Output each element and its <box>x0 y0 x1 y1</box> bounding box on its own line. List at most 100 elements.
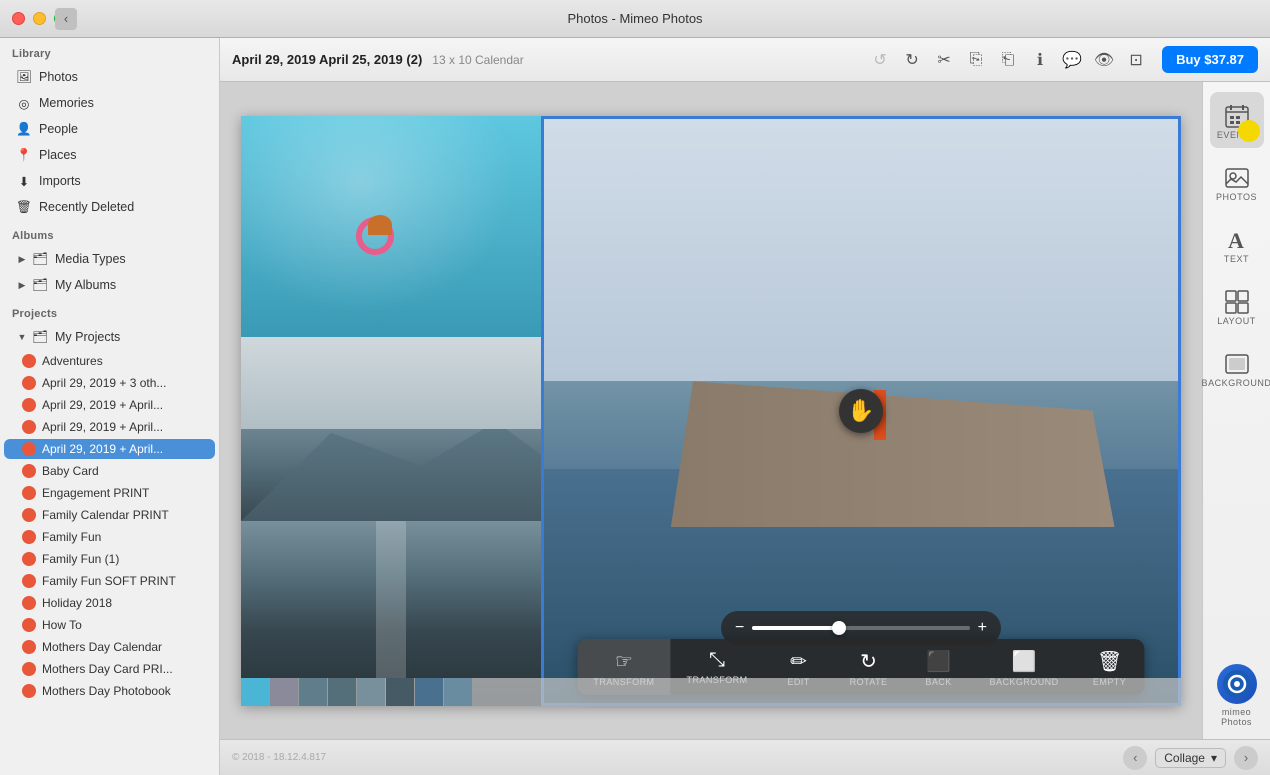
thumb-item[interactable] <box>444 678 472 706</box>
project-dot <box>22 398 36 412</box>
slider-fill <box>752 626 839 630</box>
canvas-main: ✋ − + <box>220 82 1202 739</box>
page-type-selector[interactable]: Collage ▾ <box>1155 748 1226 768</box>
close-button[interactable] <box>12 12 25 25</box>
sidebar-item-memories[interactable]: ◎ Memories <box>4 91 215 115</box>
sidebar-item-people[interactable]: 👤 People <box>4 117 215 141</box>
minimize-button[interactable] <box>33 12 46 25</box>
project-label: Mothers Day Card PRI... <box>42 662 173 676</box>
photos-icon: 🖼 <box>16 69 32 85</box>
slider-track[interactable] <box>752 626 969 630</box>
project-dot <box>22 596 36 610</box>
paste-button[interactable]: ⎗ <box>994 46 1022 74</box>
project-item-apr29-4[interactable]: April 29, 2019 + April... <box>4 439 215 459</box>
project-item-engagement[interactable]: Engagement PRINT <box>4 483 215 503</box>
layout-icon <box>1223 288 1251 316</box>
sidebar-item-photos[interactable]: 🖼 Photos <box>4 65 215 89</box>
back-icon: ⬛ <box>926 649 951 674</box>
text-icon: A <box>1223 226 1251 254</box>
chevron-down-icon: ▾ <box>1211 751 1217 765</box>
back-button[interactable]: ‹ <box>55 8 77 30</box>
project-dot <box>22 662 36 676</box>
trash-icon: 🗑 <box>1097 649 1122 674</box>
next-page-button[interactable]: › <box>1234 746 1258 770</box>
mimeo-logo: mimeo Photos <box>1217 664 1257 727</box>
sidebar-item-my-projects[interactable]: ▼ 🗂 My Projects <box>4 325 215 349</box>
project-item-family-fun-1[interactable]: Family Fun (1) <box>4 549 215 569</box>
project-item-apr29-3[interactable]: April 29, 2019 + April... <box>4 417 215 437</box>
photo-pool[interactable] <box>241 116 541 337</box>
expand-arrow: ▶ <box>16 279 28 291</box>
project-item-adventures[interactable]: Adventures <box>4 351 215 371</box>
project-item-how-to[interactable]: How To <box>4 615 215 635</box>
app-body: Library 🖼 Photos ◎ Memories 👤 People 📍 P… <box>0 38 1270 775</box>
redo-button[interactable]: ↻ <box>898 46 926 74</box>
lighthouse-sky <box>544 119 1178 382</box>
project-dot <box>22 552 36 566</box>
thumb-item[interactable] <box>241 678 269 706</box>
titlebar: ‹ Photos - Mimeo Photos <box>0 0 1270 38</box>
memories-icon: ◎ <box>16 95 32 111</box>
panel-text-button[interactable]: A TEXT <box>1210 216 1264 272</box>
folder-icon: 🗂 <box>32 277 48 293</box>
collage-wrapper: ✋ − + <box>241 116 1181 706</box>
library-section-title: Library <box>0 38 219 64</box>
photo-mountain[interactable] <box>241 337 541 521</box>
sidebar-item-places[interactable]: 📍 Places <box>4 143 215 167</box>
floater-decoration <box>356 217 396 257</box>
project-label: Mothers Day Photobook <box>42 684 171 698</box>
slider-thumb[interactable] <box>832 621 846 635</box>
prev-page-button[interactable]: ‹ <box>1123 746 1147 770</box>
sidebar-item-recently-deleted[interactable]: 🗑 Recently Deleted <box>4 195 215 219</box>
project-item-holiday[interactable]: Holiday 2018 <box>4 593 215 613</box>
project-item-mothers-day-photo[interactable]: Mothers Day Photobook <box>4 681 215 701</box>
project-item-family-fun-soft[interactable]: Family Fun SOFT PRINT <box>4 571 215 591</box>
sidebar-item-media-types[interactable]: ▶ 🗂 Media Types <box>4 247 215 271</box>
project-item-mothers-day-card[interactable]: Mothers Day Card PRI... <box>4 659 215 679</box>
undo-button[interactable]: ↺ <box>866 46 894 74</box>
project-item-mothers-day-cal[interactable]: Mothers Day Calendar <box>4 637 215 657</box>
project-item-family-fun[interactable]: Family Fun <box>4 527 215 547</box>
doc-title: April 29, 2019 April 25, 2019 (2) <box>232 52 422 67</box>
thumb-item[interactable] <box>270 678 298 706</box>
cut-button[interactable]: ✂ <box>930 46 958 74</box>
sidebar-item-imports[interactable]: ⬇ Imports <box>4 169 215 193</box>
floater-ring <box>356 217 394 255</box>
project-label: April 29, 2019 + April... <box>42 398 163 412</box>
layout-label: LAYOUT <box>1217 316 1256 326</box>
project-dot <box>22 464 36 478</box>
panel-background-button[interactable]: BACKGROUND <box>1210 340 1264 396</box>
lighthouse-pier <box>671 381 1115 527</box>
floater-person <box>368 215 392 235</box>
project-item-apr29-2[interactable]: April 29, 2019 + April... <box>4 395 215 415</box>
hand-cursor: ✋ <box>839 389 883 433</box>
sidebar-item-my-albums[interactable]: ▶ 🗂 My Albums <box>4 273 215 297</box>
expand-arrow: ▶ <box>16 253 28 265</box>
thumb-item[interactable] <box>328 678 356 706</box>
zoom-in-button[interactable]: + <box>978 619 987 637</box>
project-label: Engagement PRINT <box>42 486 149 500</box>
panel-layout-button[interactable]: LAYOUT <box>1210 278 1264 334</box>
copyright-text: © 2018 - 18.12.4.817 <box>232 752 326 763</box>
collage-right-selected[interactable]: ✋ − + <box>541 116 1181 706</box>
copy-button[interactable]: ⎘ <box>962 46 990 74</box>
project-item-apr29-1[interactable]: April 29, 2019 + 3 oth... <box>4 373 215 393</box>
export-button[interactable]: ⊡ <box>1122 46 1150 74</box>
project-item-baby-card[interactable]: Baby Card <box>4 461 215 481</box>
info-button[interactable]: ℹ <box>1026 46 1054 74</box>
panel-events-button[interactable]: EVENTS <box>1210 92 1264 148</box>
thumb-item[interactable] <box>357 678 385 706</box>
zoom-out-button[interactable]: − <box>735 619 744 637</box>
canvas-area: ✋ − + <box>220 82 1202 739</box>
project-item-family-cal[interactable]: Family Calendar PRINT <box>4 505 215 525</box>
mimeo-icon <box>1217 664 1257 704</box>
thumb-item[interactable] <box>386 678 414 706</box>
panel-photos-button[interactable]: PHOTOS <box>1210 154 1264 210</box>
preview-button[interactable]: 👁 <box>1090 46 1118 74</box>
collage-left <box>241 116 541 706</box>
events-icon <box>1223 102 1251 130</box>
comment-button[interactable]: 💬 <box>1058 46 1086 74</box>
thumb-item[interactable] <box>299 678 327 706</box>
thumb-item[interactable] <box>415 678 443 706</box>
buy-button[interactable]: Buy $37.87 <box>1162 46 1258 73</box>
